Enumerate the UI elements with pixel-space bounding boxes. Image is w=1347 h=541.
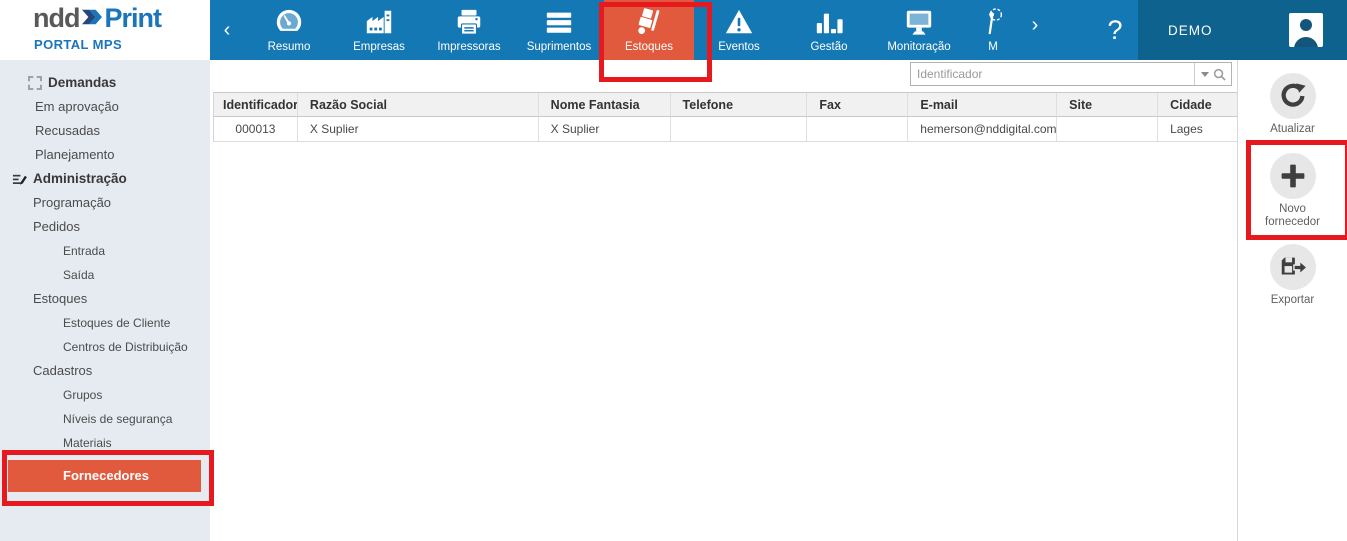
sidebar-item-em-aprovacao[interactable]: Em aprovação: [0, 95, 210, 119]
action-label: Atualizar: [1270, 123, 1315, 135]
sidebar-item-materiais[interactable]: Materiais: [0, 431, 210, 455]
user-avatar[interactable]: [1289, 13, 1323, 47]
action-label: Novo fornecedor: [1265, 203, 1320, 228]
column-header-cidade[interactable]: Cidade: [1158, 93, 1237, 117]
monitor-icon: [904, 4, 934, 40]
pencil-icon: [12, 172, 27, 187]
partial-icon: [980, 4, 1006, 40]
column-header-fax[interactable]: Fax: [807, 93, 909, 117]
column-header-telefone[interactable]: Telefone: [670, 93, 808, 117]
checkbox-icon: [28, 76, 42, 90]
action-label: Exportar: [1270, 294, 1315, 306]
sidebar-item-fornecedores[interactable]: Fornecedores: [8, 460, 201, 492]
nav-collapse-chevron[interactable]: ‹: [210, 0, 244, 60]
sidebar-item-programacao[interactable]: Programação: [0, 191, 210, 215]
portal-mps-window: ndd Print PORTAL MPS ‹ Resumo Empresas I…: [0, 0, 1347, 541]
help-button[interactable]: ?: [1092, 0, 1138, 60]
supplies-icon: [544, 4, 574, 40]
barchart-icon: [814, 4, 844, 40]
sidebar-item-saida[interactable]: Saída: [0, 263, 210, 287]
factory-icon: [364, 4, 394, 40]
new-supplier-button[interactable]: Novo fornecedor: [1253, 153, 1333, 229]
nav-item-suprimentos[interactable]: Suprimentos: [514, 0, 604, 60]
sidebar-item-pedidos[interactable]: Pedidos: [0, 215, 210, 239]
column-header-razao-social[interactable]: Razão Social: [297, 93, 539, 117]
plus-icon: [1279, 162, 1307, 190]
nav-item-estoques[interactable]: Estoques: [604, 0, 694, 60]
sidebar-item-niveis-de-seguranca[interactable]: Níveis de segurança: [0, 407, 210, 431]
nav-label: Estoques: [625, 41, 673, 53]
sidebar-item-grupos[interactable]: Grupos: [0, 383, 210, 407]
column-header-site[interactable]: Site: [1057, 93, 1159, 117]
brand-name-blue: Print: [104, 2, 162, 33]
suppliers-table: Identificador Razão Social Nome Fantasia…: [213, 92, 1237, 142]
top-bar: ndd Print PORTAL MPS ‹ Resumo Empresas I…: [0, 0, 1347, 60]
cell-nome-fantasia: X Suplier: [538, 117, 671, 142]
printer-icon: [454, 4, 484, 40]
sidebar-item-centros-de-distribuicao[interactable]: Centros de Distribuição: [0, 335, 210, 359]
cell-fax: [807, 117, 909, 142]
nav-label: Empresas: [353, 41, 405, 53]
table-header-row: Identificador Razão Social Nome Fantasia…: [214, 93, 1237, 117]
brand-name-gray: ndd: [33, 2, 80, 33]
cell-site: [1057, 117, 1159, 142]
export-button[interactable]: Exportar: [1253, 244, 1333, 307]
sidebar-item-entrada[interactable]: Entrada: [0, 239, 210, 263]
main-nav: ‹ Resumo Empresas Impressoras Suprimento…: [210, 0, 1347, 60]
nav-item-gestao[interactable]: Gestão: [784, 0, 874, 60]
handtruck-icon: [634, 4, 664, 40]
nav-label: Gestão: [810, 41, 848, 53]
cell-identificador: 000013: [214, 117, 298, 142]
action-panel: Atualizar Novo fornecedor Exportar: [1237, 60, 1347, 541]
brand-subtitle: PORTAL MPS: [34, 37, 123, 52]
nav-item-impressoras[interactable]: Impressoras: [424, 0, 514, 60]
environment-label: DEMO: [1168, 22, 1213, 38]
nav-label: Monitoração: [887, 41, 951, 53]
nav-user-section: DEMO: [1138, 0, 1347, 60]
nav-label: Suprimentos: [526, 41, 592, 53]
brand-chevron-icon: [81, 7, 103, 32]
search-box: [910, 62, 1232, 86]
nav-more-chevron[interactable]: ›: [1022, 0, 1048, 60]
refresh-button[interactable]: Atualizar: [1253, 73, 1333, 136]
nav-label: Impressoras: [437, 41, 501, 53]
nav-label: Resumo: [267, 41, 311, 53]
refresh-icon: [1278, 81, 1308, 111]
export-icon: [1278, 252, 1308, 282]
search-icon: [1213, 68, 1226, 81]
column-header-email[interactable]: E-mail: [908, 93, 1058, 117]
nav-item-m-partial[interactable]: M: [964, 0, 1022, 60]
nav-item-resumo[interactable]: Resumo: [244, 0, 334, 60]
gauge-icon: [274, 4, 304, 40]
sidebar-item-planejamento[interactable]: Planejamento: [0, 143, 210, 167]
nav-item-eventos[interactable]: Eventos: [694, 0, 784, 60]
column-header-identificador[interactable]: Identificador: [214, 93, 298, 117]
brand-logo: ndd Print PORTAL MPS: [0, 0, 210, 60]
search-input[interactable]: [911, 63, 1194, 85]
column-header-nome-fantasia[interactable]: Nome Fantasia: [538, 93, 671, 117]
sidebar-item-estoques-de-cliente[interactable]: Estoques de Cliente: [0, 311, 210, 335]
cell-razao-social: X Suplier: [297, 117, 539, 142]
nav-label: M: [988, 41, 998, 53]
avatar-head: [1300, 19, 1312, 31]
cell-cidade: Lages: [1158, 117, 1237, 142]
nav-item-empresas[interactable]: Empresas: [334, 0, 424, 60]
sidebar-item-recusadas[interactable]: Recusadas: [0, 119, 210, 143]
nav-label: Eventos: [718, 41, 760, 53]
sidebar-menu: Demandas Em aprovação Recusadas Planejam…: [0, 60, 210, 541]
avatar-bust: [1294, 37, 1318, 47]
cell-email: hemerson@nddigital.com.br: [908, 117, 1058, 142]
search-button[interactable]: [1194, 63, 1231, 85]
nav-item-monitoracao[interactable]: Monitoração: [874, 0, 964, 60]
sidebar-item-administracao[interactable]: Administração: [0, 167, 210, 191]
cell-telefone: [670, 117, 808, 142]
sidebar-item-cadastros[interactable]: Cadastros: [0, 359, 210, 383]
table-row[interactable]: 000013 X Suplier X Suplier hemerson@nddi…: [214, 117, 1237, 142]
chevron-down-icon: [1200, 71, 1209, 77]
sidebar-item-estoques[interactable]: Estoques: [0, 287, 210, 311]
warning-icon: [724, 4, 754, 40]
sidebar-item-demandas[interactable]: Demandas: [0, 71, 210, 95]
